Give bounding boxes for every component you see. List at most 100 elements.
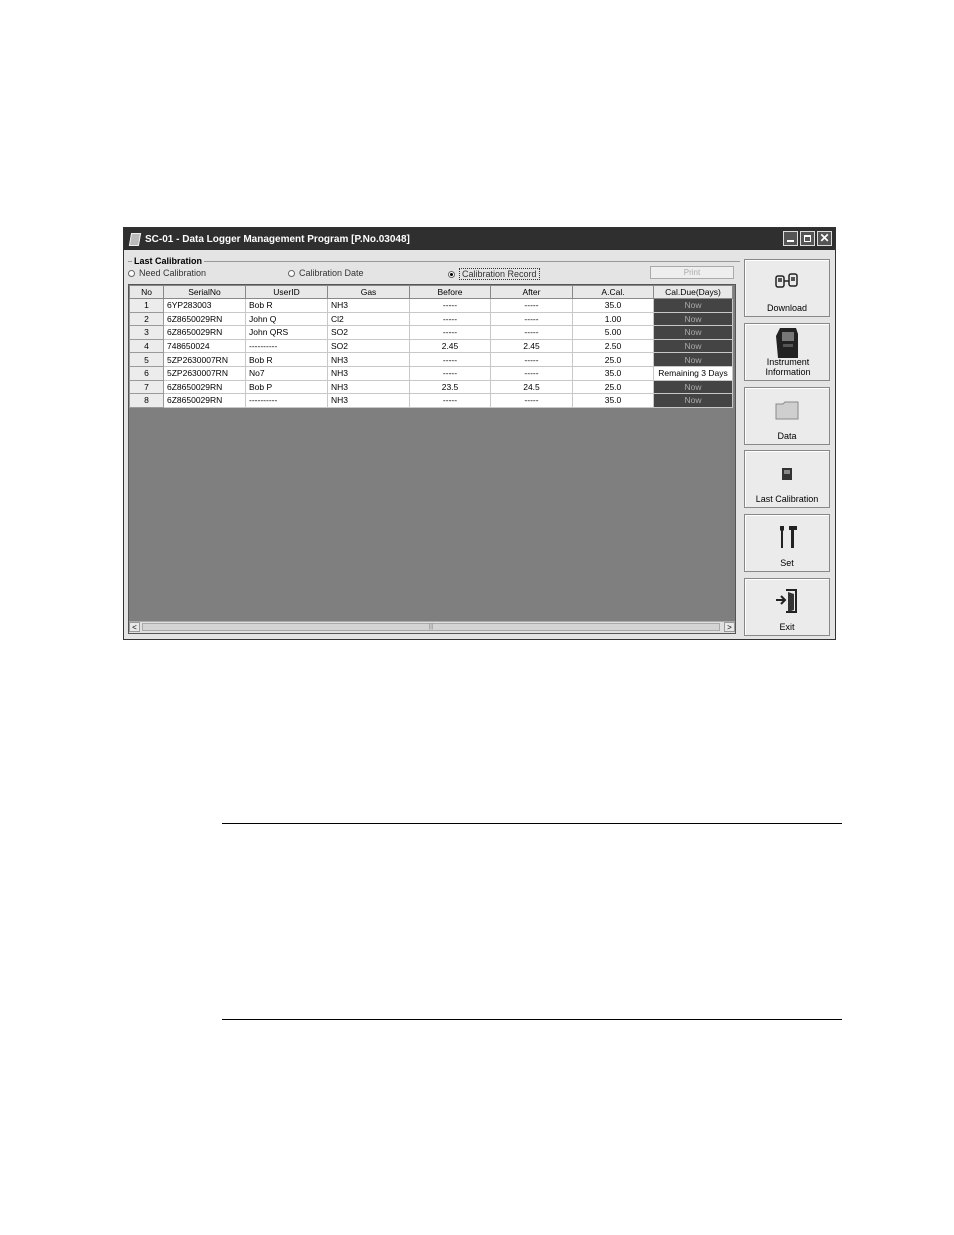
cell-due: Now [653,338,733,354]
cell-user: John Q [245,311,328,327]
horizontal-scrollbar[interactable]: < ||| > [129,621,735,633]
cell-gas: NH3 [327,352,410,367]
cell-after: ----- [490,311,573,327]
cell-no: 7 [129,379,164,395]
column-header[interactable]: Before [409,285,491,299]
cell-no: 5 [129,352,164,367]
last-calibration-label: Last Calibration [755,494,819,504]
bottom-rule [222,1019,842,1020]
minimize-button[interactable] [783,231,798,246]
table-row[interactable]: 3 6Z8650029RN John QRS SO2 ----- ----- 5… [129,325,733,340]
cell-no: 8 [129,393,164,408]
column-header[interactable]: After [490,285,573,299]
close-button[interactable]: ✕ [817,231,832,246]
cell-before: ----- [409,393,491,408]
cell-no: 2 [129,311,164,327]
cell-user: Bob R [245,298,328,313]
download-label: Download [766,303,808,313]
print-button[interactable]: Print [650,266,734,279]
instrument-information-button[interactable]: Instrument Information [744,323,830,381]
column-header[interactable]: Gas [327,285,410,299]
column-header[interactable]: A.Cal. [572,285,654,299]
exit-button[interactable]: Exit [744,578,830,636]
cell-no: 6 [129,365,164,381]
table-row[interactable]: 2 6Z8650029RN John Q Cl2 ----- ----- 1.0… [129,311,733,327]
exit-label: Exit [779,622,795,632]
cell-serial: 6Z8650029RN [163,379,246,395]
last-calibration-button[interactable]: Last Calibration [744,450,830,508]
group-label: Last Calibration [132,256,205,266]
cell-acal: 1.00 [572,311,654,327]
table-row[interactable]: 1 6YP283003 Bob R NH3 ----- ----- 35.0 N… [129,298,733,313]
cell-user: Bob R [245,352,328,367]
radio-circle [288,269,295,277]
cell-acal: 25.0 [572,379,654,395]
cell-gas: NH3 [327,365,410,381]
cell-due: Now [653,379,733,395]
cell-serial: 748650024 [163,338,246,354]
table-row[interactable]: 7 6Z8650029RN Bob P NH3 23.5 24.5 25.0 N… [129,379,733,395]
cell-acal: 35.0 [572,298,654,313]
cell-due: Now [653,325,733,340]
scroll-thumb[interactable]: ||| [142,623,720,631]
scroll-right-button[interactable]: > [724,622,735,632]
radio-calibration-record[interactable]: Calibration Record [448,268,540,280]
title-bar[interactable]: SC-01 - Data Logger Management Program [… [124,228,835,250]
cell-due: Remaining 3 Days [653,365,733,381]
cell-user: No7 [245,365,328,381]
cell-after: 2.45 [490,338,573,354]
table-row[interactable]: 6 5ZP2630007RN No7 NH3 ----- ----- 35.0 … [129,365,733,381]
cell-acal: 35.0 [572,365,654,381]
cell-gas: NH3 [327,379,410,395]
cell-gas: NH3 [327,393,410,408]
scroll-left-button[interactable]: < [129,622,140,632]
cell-gas: SO2 [327,325,410,340]
radio-calibration-date[interactable]: Calibration Date [288,268,364,278]
app-window: SC-01 - Data Logger Management Program [… [123,227,836,640]
cell-gas: SO2 [327,338,410,354]
cell-serial: 6YP283003 [163,298,246,313]
data-button[interactable]: Data [744,387,830,445]
download-button[interactable]: Download [744,259,830,317]
cell-before: ----- [409,298,491,313]
top-rule [222,823,842,824]
column-header[interactable]: No [129,285,164,299]
maximize-button[interactable] [800,231,815,246]
table-header-row: No SerialNo UserID Gas Before After A.Ca… [129,285,733,299]
cell-acal: 25.0 [572,352,654,367]
cell-before: 23.5 [409,379,491,395]
app-icon [128,232,142,246]
cell-serial: 6Z8650029RN [163,325,246,340]
cell-acal: 5.00 [572,325,654,340]
set-button[interactable]: Set [744,514,830,572]
exit-door-icon [776,589,797,613]
cell-before: 2.45 [409,338,491,354]
cell-user: John QRS [245,325,328,340]
table-row[interactable]: 5 5ZP2630007RN Bob R NH3 ----- ----- 25.… [129,352,733,367]
instrument-icon [776,328,798,358]
table-row[interactable]: 4 748650024 ---------- SO2 2.45 2.45 2.5… [129,338,733,354]
cell-after: ----- [490,365,573,381]
cell-user: ---------- [245,338,328,354]
cell-due: Now [653,352,733,367]
cell-after: ----- [490,393,573,408]
radio-circle-selected [448,270,455,278]
cell-before: ----- [409,352,491,367]
column-header[interactable]: SerialNo [163,285,246,299]
cell-serial: 6Z8650029RN [163,311,246,327]
radio-label: Calibration Record [459,268,540,280]
cell-serial: 5ZP2630007RN [163,365,246,381]
set-label: Set [780,558,794,568]
cell-after: ----- [490,352,573,367]
cell-user: ---------- [245,393,328,408]
table-row[interactable]: 8 6Z8650029RN ---------- NH3 ----- -----… [129,393,733,408]
cell-due: Now [653,298,733,313]
column-header[interactable]: UserID [245,285,328,299]
calibration-icon [782,468,792,480]
cell-after: ----- [490,298,573,313]
column-header[interactable]: Cal.Due(Days) [653,285,733,299]
cell-serial: 6Z8650029RN [163,393,246,408]
window-controls: ✕ [783,231,832,246]
radio-need-calibration[interactable]: Need Calibration [128,268,206,278]
data-label: Data [777,431,797,441]
